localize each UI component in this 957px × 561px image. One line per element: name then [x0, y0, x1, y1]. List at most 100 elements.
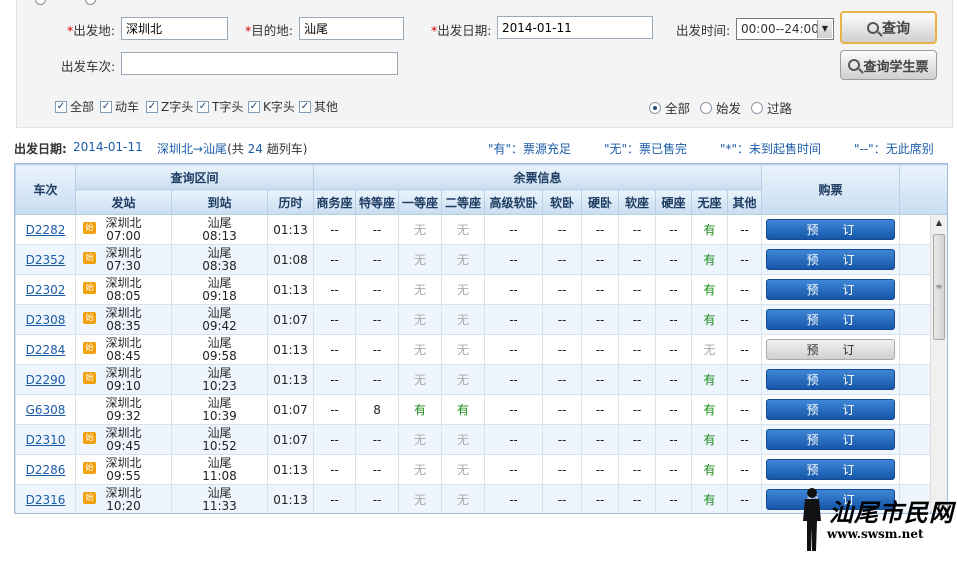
- station-passing-radio[interactable]: 过路: [751, 98, 792, 117]
- arrival-time: 09:18: [202, 288, 237, 303]
- duration-cell: 01:07: [266, 424, 315, 455]
- station-origin-radio[interactable]: 始发: [700, 98, 741, 117]
- arrival-station: 汕尾: [207, 215, 232, 230]
- train-no-input[interactable]: [121, 52, 398, 75]
- seat-availability-cell: 无: [398, 304, 443, 335]
- from-label: *出发地:: [67, 23, 115, 38]
- result-summary: 出发日期: 2014-01-11 深圳北→汕尾(共 24 趟列车) "有"：票源…: [14, 140, 952, 156]
- seat-availability-cell: --: [542, 394, 583, 425]
- seat-availability-cell: --: [484, 334, 544, 365]
- train-cell: D2316: [15, 484, 76, 513]
- table-scrollbar[interactable]: ▲ ≡ ▼: [930, 215, 947, 513]
- filter-emu[interactable]: ✓ 动车: [100, 98, 139, 115]
- filter-z[interactable]: ✓ Z字头: [146, 98, 193, 115]
- seat-availability-cell: 无: [398, 274, 443, 305]
- train-link[interactable]: D2308: [26, 313, 66, 327]
- checkbox-icon: ✓: [55, 100, 67, 113]
- filter-other[interactable]: ✓ 其他: [299, 98, 338, 115]
- seat-availability-cell: 无: [441, 244, 486, 275]
- radio-icon: [700, 101, 712, 114]
- departure-cell: 深圳北 09:32: [75, 394, 172, 425]
- summary-date-value: 2014-01-11: [73, 140, 143, 154]
- arrival-time: 10:23: [202, 378, 237, 393]
- arrival-station: 汕尾: [207, 365, 232, 380]
- to-station-input[interactable]: [299, 17, 404, 40]
- seat-availability-cell: --: [484, 424, 544, 455]
- filter-t[interactable]: ✓ T字头: [197, 98, 243, 115]
- table-row: D2352 始深圳北 07:30 汕尾 08:38 01:08 -- -- 无无 -- -- -- --…: [15, 244, 947, 275]
- arrival-time: 11:33: [202, 498, 237, 513]
- query-button[interactable]: 查询: [840, 11, 937, 44]
- train-link[interactable]: D2284: [26, 343, 66, 357]
- train-link[interactable]: D2290: [26, 373, 66, 387]
- departure-cell: 始深圳北 07:30: [75, 244, 172, 275]
- top-radio-1[interactable]: [35, 0, 46, 5]
- filter-all[interactable]: ✓ 全部: [55, 98, 94, 115]
- person-silhouette-icon: [803, 488, 821, 551]
- origin-badge-icon: 始: [83, 492, 96, 504]
- seat-availability-cell: --: [618, 394, 657, 425]
- scroll-up-icon[interactable]: ▲: [931, 215, 947, 231]
- summary-route: 深圳北→汕尾: [157, 142, 228, 156]
- departure-cell: 始深圳北 09:10: [75, 364, 172, 395]
- col-duration: 历时: [266, 189, 315, 215]
- train-link[interactable]: D2316: [26, 493, 66, 507]
- seat-availability-cell: --: [655, 244, 693, 275]
- seat-availability-cell: --: [618, 214, 657, 245]
- chevron-down-icon[interactable]: ▼: [817, 20, 832, 38]
- checkbox-icon: ✓: [146, 100, 158, 113]
- train-link[interactable]: D2282: [26, 223, 66, 237]
- origin-badge-icon: 始: [83, 462, 96, 474]
- top-radio-2[interactable]: [85, 0, 96, 5]
- from-station-input[interactable]: [121, 17, 228, 40]
- time-select[interactable]: 00:00--24:00 ▼: [736, 18, 834, 40]
- departure-cell: 始深圳北 09:45: [75, 424, 172, 455]
- book-button[interactable]: 预订: [766, 399, 896, 420]
- book-button[interactable]: 预订: [766, 369, 896, 390]
- book-button[interactable]: 预订: [766, 459, 896, 480]
- train-link[interactable]: D2352: [26, 253, 66, 267]
- train-link[interactable]: D2302: [26, 283, 66, 297]
- book-button[interactable]: 预订: [766, 219, 896, 240]
- book-button[interactable]: 预订: [766, 279, 896, 300]
- col-seat: 特等座: [355, 189, 400, 215]
- book-button[interactable]: 预订: [766, 429, 896, 450]
- train-link[interactable]: D2310: [26, 433, 66, 447]
- seat-availability-cell: --: [542, 214, 583, 245]
- book-button[interactable]: 预订: [766, 309, 896, 330]
- seat-availability-cell: --: [355, 244, 400, 275]
- seat-availability-cell: --: [542, 454, 583, 485]
- date-input[interactable]: [497, 16, 653, 39]
- seat-availability-cell: 无: [398, 364, 443, 395]
- station-all-radio[interactable]: 全部: [649, 98, 690, 117]
- book-cell: 预订: [761, 364, 901, 395]
- arrival-station: 汕尾: [207, 395, 232, 410]
- train-link[interactable]: G6308: [26, 403, 66, 417]
- book-button[interactable]: 预订: [766, 249, 896, 270]
- scroll-thumb[interactable]: ≡: [933, 234, 945, 340]
- seat-availability-cell: --: [581, 304, 620, 335]
- departure-cell: 始深圳北 07:00: [75, 214, 172, 245]
- filter-k[interactable]: ✓ K字头: [248, 98, 295, 115]
- seat-availability-cell: 有: [691, 454, 729, 485]
- col-seat: 软座: [618, 189, 657, 215]
- train-link[interactable]: D2286: [26, 463, 66, 477]
- seat-availability-cell: --: [484, 454, 544, 485]
- arrival-station: 汕尾: [207, 455, 232, 470]
- site-watermark: 汕尾市民网 www.swsm.net: [793, 487, 953, 557]
- seat-availability-cell: --: [313, 454, 357, 485]
- seat-availability-cell: 有: [398, 394, 443, 425]
- checkbox-icon: ✓: [299, 100, 311, 113]
- arrival-time: 10:39: [202, 408, 237, 423]
- origin-badge-icon: 始: [83, 372, 96, 384]
- seat-availability-cell: 有: [691, 484, 729, 513]
- seat-availability-cell: --: [542, 424, 583, 455]
- origin-badge-icon: 始: [83, 282, 96, 294]
- seat-availability-cell: 无: [691, 334, 729, 365]
- departure-station: 深圳北: [105, 395, 142, 410]
- book-button[interactable]: 预订: [766, 339, 896, 360]
- search-icon: [867, 21, 879, 34]
- train-cell: D2302: [15, 274, 76, 305]
- train-cell: D2310: [15, 424, 76, 455]
- student-query-button[interactable]: 查询学生票: [840, 50, 937, 80]
